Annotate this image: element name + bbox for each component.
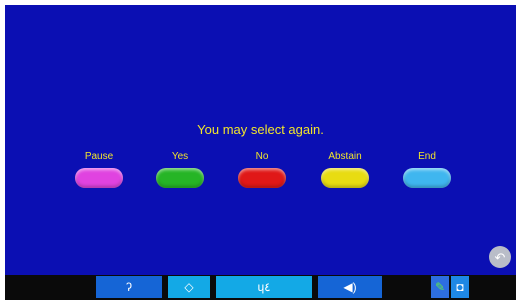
speech-button[interactable]: ɥ٤ — [216, 276, 312, 298]
back-arrow-icon: ↶ — [494, 249, 506, 265]
speaker-icon: ◀) — [343, 280, 357, 294]
ear-icon: ʔ — [126, 280, 132, 294]
end-label: End — [418, 151, 436, 162]
yes-option[interactable]: Yes — [152, 151, 208, 195]
abstain-option[interactable]: Abstain — [317, 151, 373, 195]
no-option[interactable]: No — [234, 151, 290, 195]
pause-label: Pause — [84, 151, 114, 162]
pen-button[interactable]: ✎ — [431, 276, 449, 298]
diamond-button[interactable]: ◇ — [168, 276, 210, 298]
prompt-text: You may select again. — [197, 122, 324, 137]
speech-icon: ɥ٤ — [257, 280, 271, 294]
voting-screen: You may select again. Pause Yes No Absta… — [5, 5, 516, 275]
end-option[interactable]: End — [399, 151, 455, 195]
camera-button[interactable]: ◘ — [451, 276, 469, 298]
end-button[interactable] — [403, 168, 451, 188]
volume-button[interactable]: ◀) — [318, 276, 382, 298]
back-button[interactable]: ↶ — [489, 246, 511, 268]
pen-icon: ✎ — [434, 280, 446, 294]
yes-button[interactable] — [156, 168, 204, 188]
diamond-icon: ◇ — [184, 280, 194, 294]
camera-icon: ◘ — [456, 280, 464, 294]
no-button[interactable] — [238, 168, 286, 188]
ear-button[interactable]: ʔ — [96, 276, 162, 298]
abstain-button[interactable] — [321, 168, 369, 188]
abstain-label: Abstain — [328, 151, 362, 162]
pause-option[interactable]: Pause — [71, 151, 127, 195]
pause-button[interactable] — [75, 168, 123, 188]
taskbar: ʔ ◇ ɥ٤ ◀) ✎ ◘ — [5, 275, 516, 300]
no-label: No — [255, 151, 269, 162]
yes-label: Yes — [171, 151, 189, 162]
